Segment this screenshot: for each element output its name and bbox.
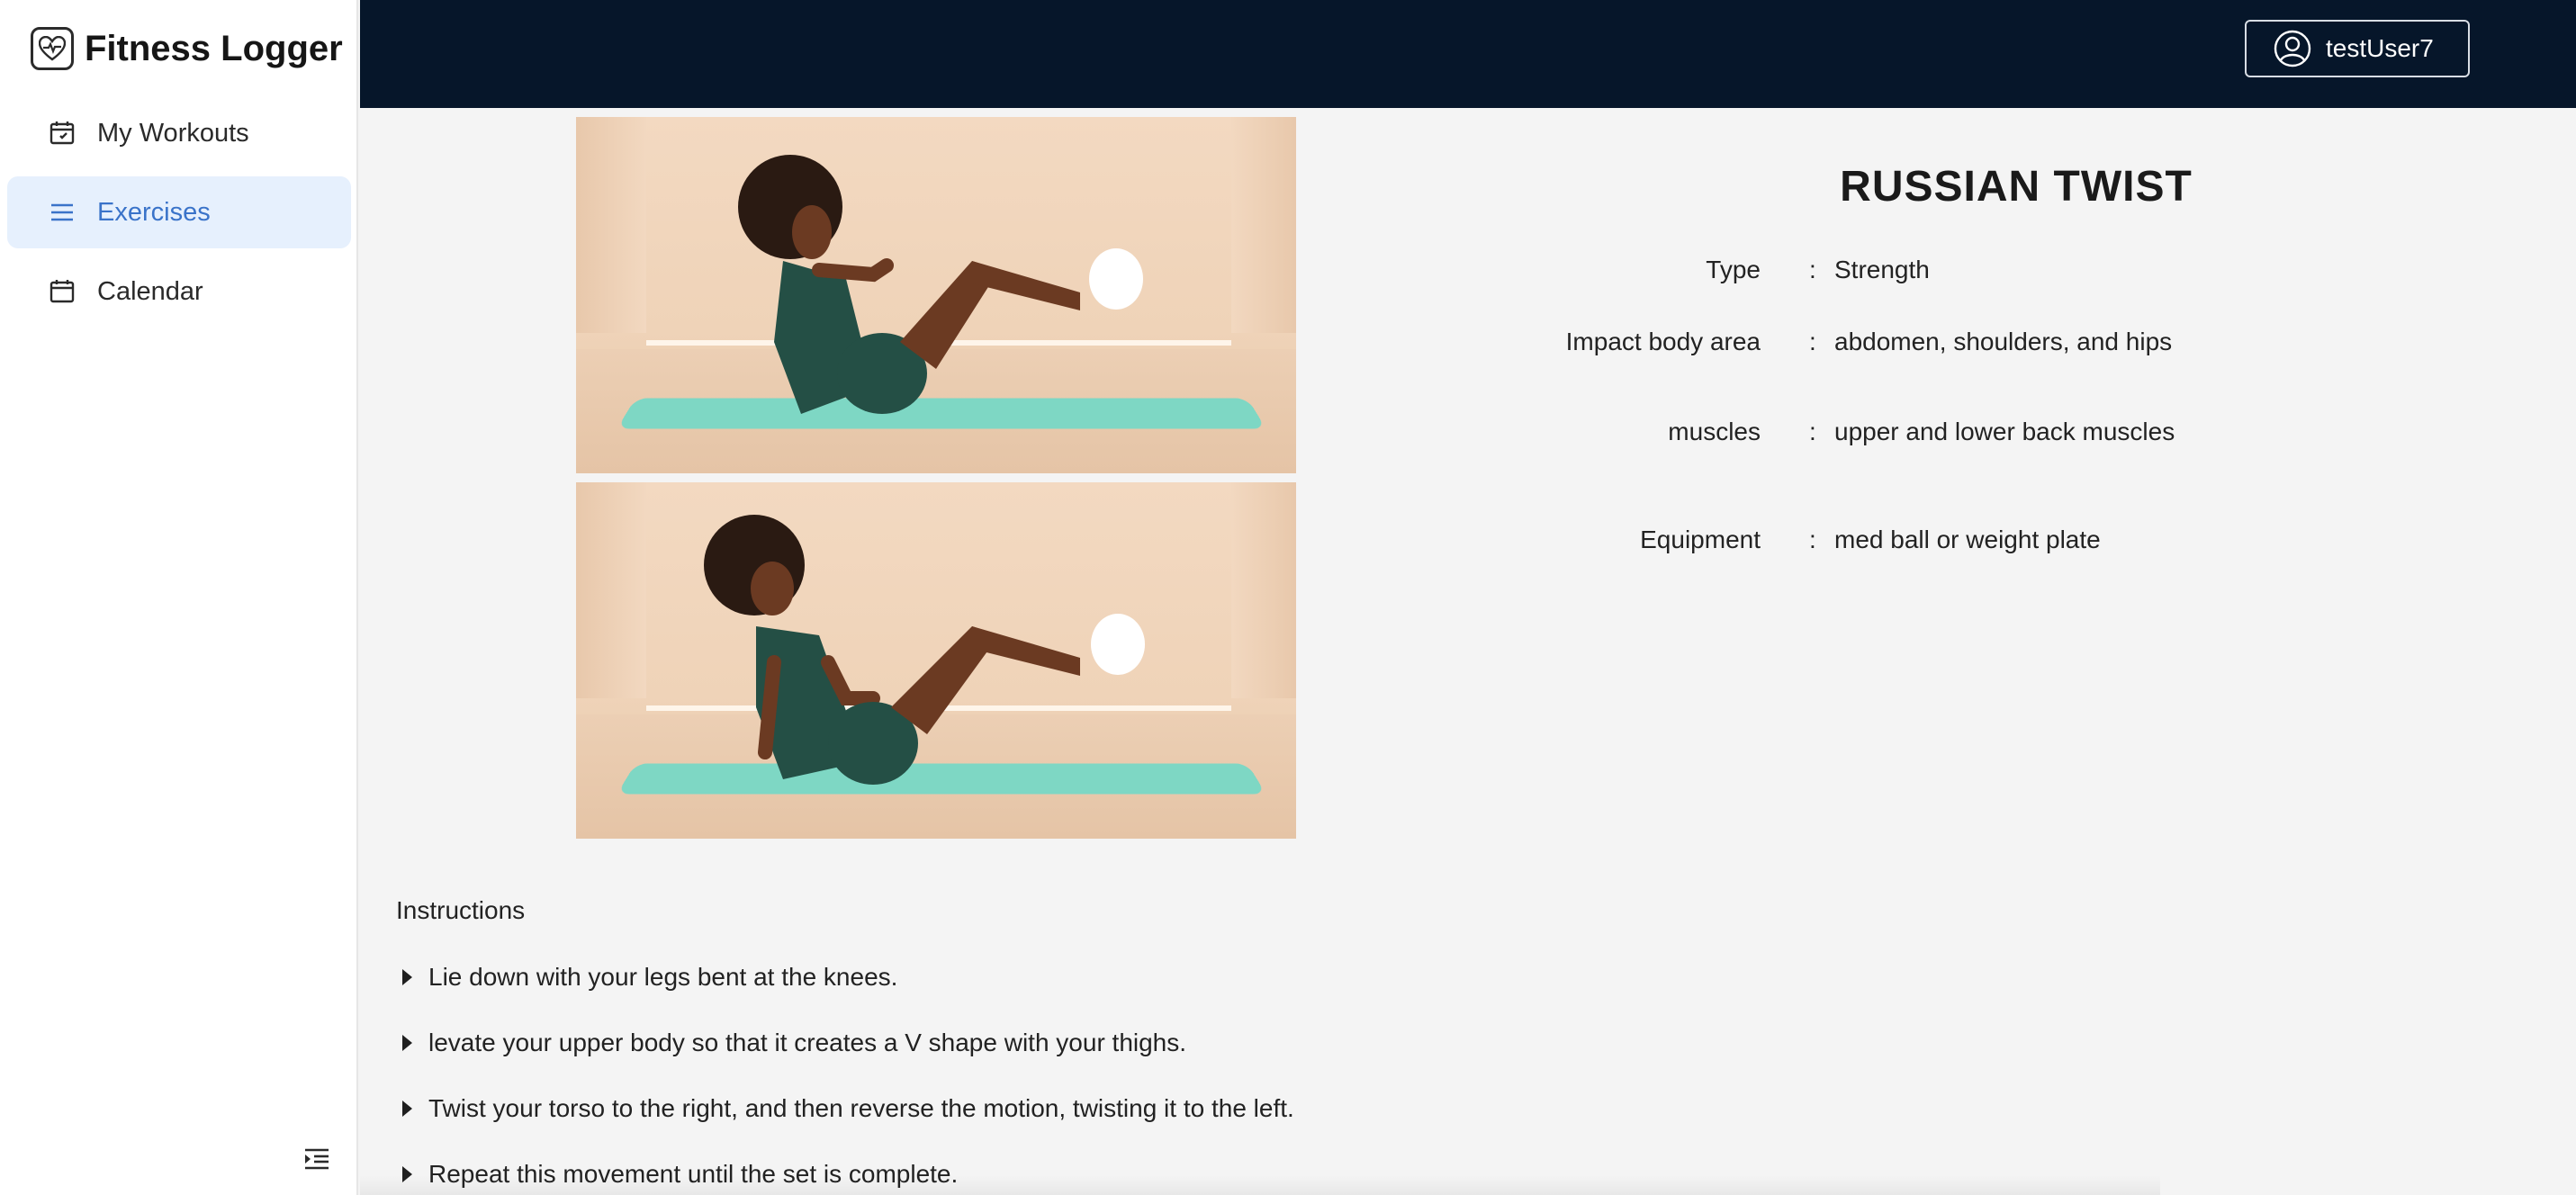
sidebar-item-exercises[interactable]: Exercises [7,176,351,248]
detail-row-impact-area: Impact body area : abdomen, shoulders, a… [1440,328,2340,364]
scroll-shadow [360,1175,2160,1195]
detail-separator: : [1809,418,1816,445]
exercise-image-twist [576,482,1296,839]
detail-key: Equipment [1640,526,1761,553]
instruction-text: levate your upper body so that it create… [428,1029,1187,1056]
detail-value: abdomen, shoulders, and hips [1834,328,2173,355]
list-icon [49,199,76,226]
app-title: Fitness Logger [85,28,343,68]
detail-row-type: Type : Strength [1440,256,2340,292]
exercise-title: RUSSIAN TWIST [1840,163,2193,211]
sidebar-item-label: Exercises [97,197,211,227]
caret-right-icon [402,1101,412,1117]
instruction-step[interactable]: levate your upper body so that it create… [396,1025,1186,1061]
instructions-heading: Instructions [396,896,526,924]
heart-pulse-icon [31,27,74,70]
instruction-step[interactable]: Lie down with your legs bent at the knee… [396,959,897,995]
detail-value: upper and lower back muscles [1834,418,2175,445]
sidebar-item-my-workouts[interactable]: My Workouts [7,97,351,169]
detail-row-equipment: Equipment : med ball or weight plate [1440,526,2340,562]
detail-value: med ball or weight plate [1834,526,2101,553]
detail-key: muscles [1668,418,1761,445]
username: testUser7 [2326,34,2434,62]
caret-right-icon [402,969,412,985]
exercise-image-start [576,117,1296,473]
instruction-text: Lie down with your legs bent at the knee… [428,963,898,991]
sidebar-item-label: My Workouts [97,118,249,148]
user-menu-button[interactable]: testUser7 [2245,20,2470,77]
brand[interactable]: Fitness Logger [31,18,343,79]
detail-separator: : [1809,328,1816,355]
detail-row-muscles: muscles : upper and lower back muscles [1440,418,2340,454]
sidebar-item-calendar[interactable]: Calendar [7,256,351,328]
user-circle-icon [2274,30,2311,67]
top-bar: testUser7 [360,0,2576,108]
sidebar-item-label: Calendar [97,276,203,306]
detail-key: Type [1706,256,1761,283]
instruction-text: Twist your torso to the right, and then … [428,1094,1294,1122]
caret-right-icon [402,1035,412,1051]
calendar-check-icon [49,120,76,147]
detail-value: Strength [1834,256,1930,283]
calendar-icon [49,278,76,305]
detail-key: Impact body area [1565,328,1761,355]
instruction-step[interactable]: Twist your torso to the right, and then … [396,1091,1294,1127]
detail-separator: : [1809,526,1816,553]
collapse-sidebar-icon[interactable] [302,1145,331,1173]
detail-separator: : [1809,256,1816,283]
sidebar: Fitness Logger My Workouts Exercises Cal… [0,0,358,1195]
